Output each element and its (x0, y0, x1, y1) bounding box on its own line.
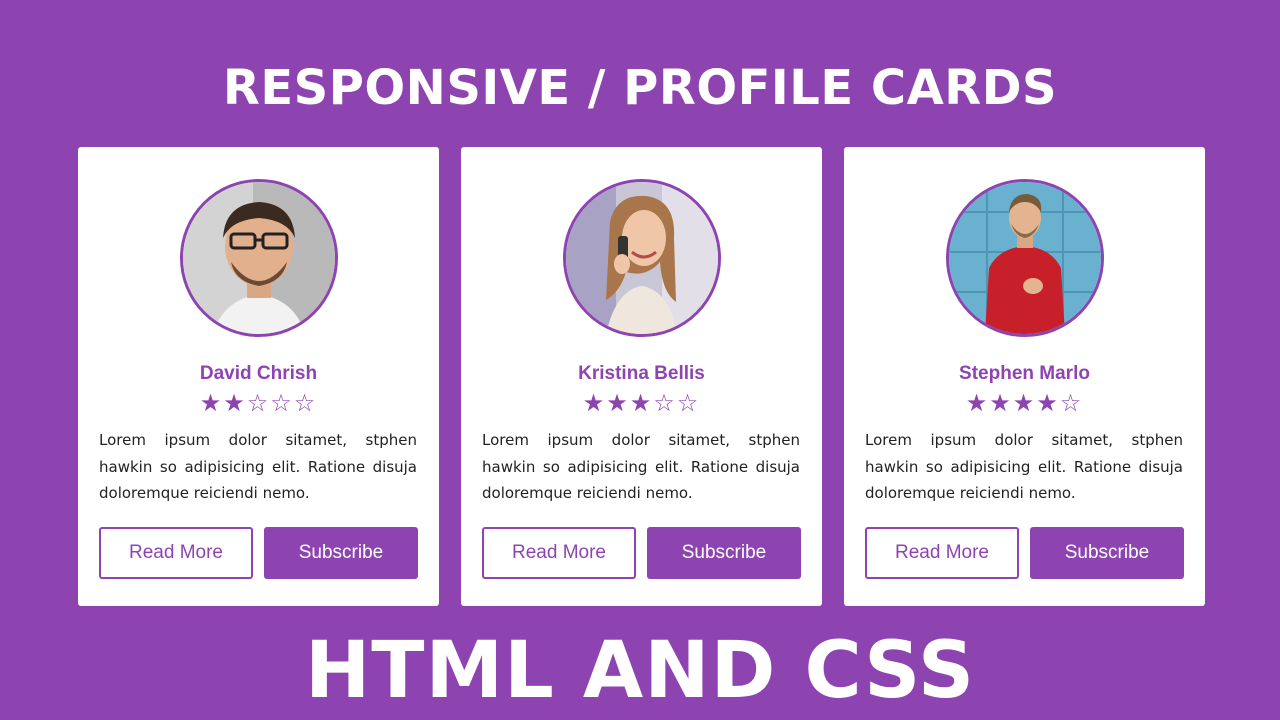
woman-phone-avatar-icon (566, 182, 718, 334)
star-filled-icon: ★ (629, 390, 654, 417)
profile-card: Kristina Bellis ★★★☆☆ Lorem ipsum dolor … (461, 147, 822, 606)
read-more-button[interactable]: Read More (99, 527, 253, 579)
star-empty-icon: ☆ (270, 390, 294, 417)
footer-title: HTML AND CSS (304, 626, 976, 716)
profile-description: Lorem ipsum dolor sitamet, stphen hawkin… (99, 431, 417, 502)
star-filled-icon: ★ (989, 390, 1013, 417)
avatar (563, 179, 721, 337)
subscribe-button[interactable]: Subscribe (1030, 527, 1184, 579)
star-filled-icon: ★ (965, 390, 990, 417)
man-glasses-avatar-icon (183, 182, 335, 334)
profile-name: Stephen Marlo (959, 363, 1090, 384)
star-filled-icon: ★ (606, 390, 630, 417)
profile-description: Lorem ipsum dolor sitamet, stphen hawkin… (482, 431, 800, 502)
profile-cards: David Chrish ★★☆☆☆ Lorem ipsum dolor sit… (78, 147, 1205, 606)
star-filled-icon: ★ (1036, 390, 1060, 417)
star-empty-icon: ☆ (246, 390, 271, 417)
star-empty-icon: ☆ (676, 390, 701, 417)
profile-description: Lorem ipsum dolor sitamet, stphen hawkin… (865, 431, 1183, 502)
star-empty-icon: ☆ (653, 390, 677, 417)
star-filled-icon: ★ (582, 390, 607, 417)
read-more-button[interactable]: Read More (482, 527, 636, 579)
profile-card: Stephen Marlo ★★★★☆ Lorem ipsum dolor si… (844, 147, 1205, 606)
star-empty-icon: ☆ (293, 390, 318, 417)
profile-name: David Chrish (199, 363, 318, 384)
avatar (180, 179, 338, 337)
page-title: RESPONSIVE / PROFILE CARDS (222, 60, 1058, 116)
subscribe-button[interactable]: Subscribe (647, 527, 801, 579)
avatar (946, 179, 1104, 337)
star-rating: ★★★☆☆ (461, 391, 822, 417)
subscribe-button[interactable]: Subscribe (264, 527, 418, 579)
star-filled-icon: ★ (223, 390, 247, 417)
star-filled-icon: ★ (1012, 390, 1037, 417)
star-rating: ★★★★☆ (844, 391, 1205, 417)
star-empty-icon: ☆ (1059, 390, 1084, 417)
read-more-button[interactable]: Read More (865, 527, 1019, 579)
profile-card: David Chrish ★★☆☆☆ Lorem ipsum dolor sit… (78, 147, 439, 606)
profile-name: Kristina Bellis (578, 363, 705, 384)
man-red-sweater-avatar-icon (949, 182, 1101, 334)
star-filled-icon: ★ (199, 390, 224, 417)
star-rating: ★★☆☆☆ (78, 391, 439, 417)
